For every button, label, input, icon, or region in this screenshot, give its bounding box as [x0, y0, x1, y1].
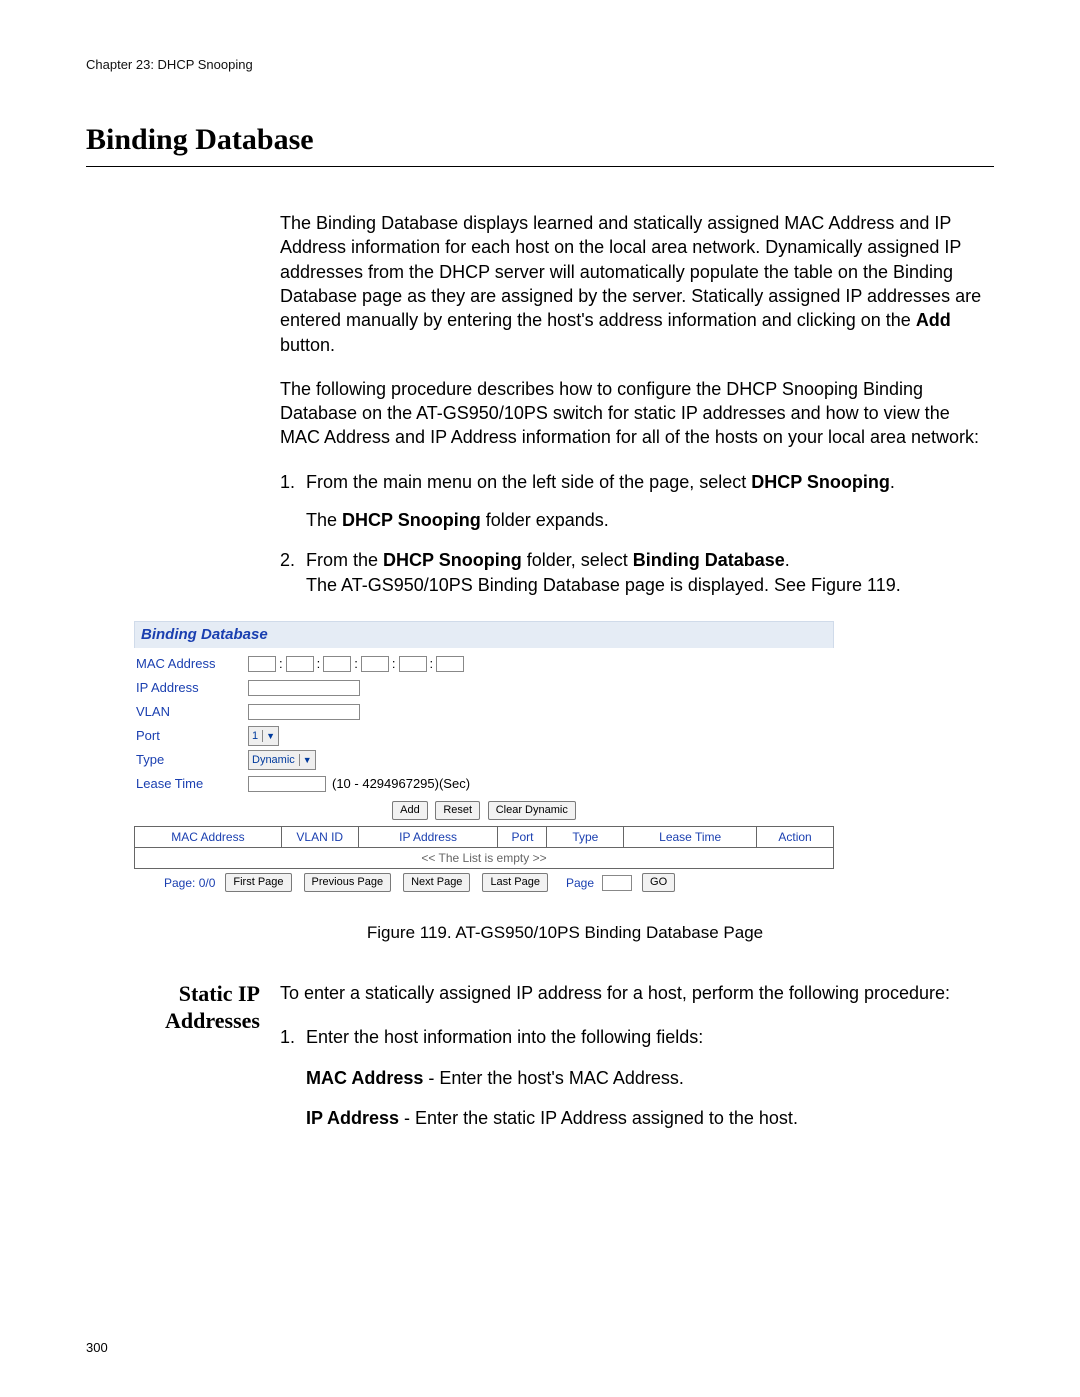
go-button[interactable]: GO: [642, 873, 675, 892]
step-1: 1. From the main menu on the left side o…: [280, 470, 994, 533]
clear-dynamic-button[interactable]: Clear Dynamic: [488, 801, 576, 820]
step-2-sub: The AT-GS950/10PS Binding Database page …: [306, 573, 994, 597]
mac-input-6[interactable]: [436, 656, 464, 672]
step-1-sub-c: folder expands.: [481, 510, 609, 530]
step-1-text-c: .: [890, 472, 895, 492]
last-page-button[interactable]: Last Page: [482, 873, 548, 892]
chevron-down-icon: ▼: [262, 730, 275, 742]
mac-input-2[interactable]: [286, 656, 314, 672]
mac-colon: :: [317, 655, 321, 673]
th-action: Action: [757, 827, 834, 848]
port-label: Port: [134, 727, 248, 745]
step-2-text-c: folder, select: [522, 550, 633, 570]
type-select[interactable]: Dynamic ▼: [248, 750, 316, 770]
page-info: Page: 0/0: [164, 875, 215, 891]
section2-intro: To enter a statically assigned IP addres…: [280, 981, 994, 1005]
step-1-bold-1: DHCP Snooping: [751, 472, 890, 492]
mac-input-3[interactable]: [323, 656, 351, 672]
figure-caption: Figure 119. AT-GS950/10PS Binding Databa…: [136, 922, 994, 945]
chapter-header: Chapter 23: DHCP Snooping: [86, 56, 994, 74]
section2-step-1: 1. Enter the host information into the f…: [280, 1025, 994, 1049]
section-static-ip-title: Static IP Addresses: [86, 981, 280, 1146]
th-ip: IP Address: [358, 827, 498, 848]
page-title: Binding Database: [86, 120, 994, 168]
intro-paragraph-1: The Binding Database displays learned an…: [280, 211, 994, 357]
reset-button[interactable]: Reset: [435, 801, 480, 820]
ip-address-label: IP Address: [134, 679, 248, 697]
page-label: Page: [566, 875, 594, 891]
step-2: 2. From the DHCP Snooping folder, select…: [280, 548, 994, 597]
mac-address-label: MAC Address: [134, 655, 248, 673]
intro-paragraph-2: The following procedure describes how to…: [280, 377, 994, 450]
ip-address-input[interactable]: [248, 680, 360, 696]
step-1-text-a: From the main menu on the left side of t…: [306, 472, 751, 492]
type-label: Type: [134, 751, 248, 769]
vlan-input[interactable]: [248, 704, 360, 720]
field-mac-bold: MAC Address: [306, 1068, 423, 1088]
field-ip-address: IP Address - Enter the static IP Address…: [306, 1106, 994, 1130]
field-mac-address: MAC Address - Enter the host's MAC Addre…: [306, 1066, 994, 1090]
field-mac-text: - Enter the host's MAC Address.: [423, 1068, 684, 1088]
step-2-number: 2.: [280, 548, 306, 597]
figure-title-bar: Binding Database: [134, 621, 834, 648]
page-input[interactable]: [602, 875, 632, 891]
vlan-label: VLAN: [134, 703, 248, 721]
field-ip-text: - Enter the static IP Address assigned t…: [399, 1108, 798, 1128]
mac-colon: :: [392, 655, 396, 673]
mac-colon: :: [354, 655, 358, 673]
mac-colon: :: [430, 655, 434, 673]
lease-time-input[interactable]: [248, 776, 326, 792]
section-title-line2: Addresses: [165, 1008, 260, 1033]
step-2-text-d: .: [785, 550, 790, 570]
lease-time-hint: (10 - 4294967295)(Sec): [332, 775, 470, 793]
step-2-text-a: From the: [306, 550, 383, 570]
step-2-bold-2: Binding Database: [633, 550, 785, 570]
mac-colon: :: [279, 655, 283, 673]
step-1-sub-a: The: [306, 510, 342, 530]
step-1-number: 1.: [280, 470, 306, 533]
th-port: Port: [498, 827, 547, 848]
section-title-line1: Static IP: [179, 981, 260, 1006]
intro-p1-b: button.: [280, 335, 335, 355]
table-header-row: MAC Address VLAN ID IP Address Port Type…: [135, 827, 834, 848]
step-2-bold-1: DHCP Snooping: [383, 550, 522, 570]
first-page-button[interactable]: First Page: [225, 873, 291, 892]
binding-table: MAC Address VLAN ID IP Address Port Type…: [134, 826, 834, 869]
field-ip-bold: IP Address: [306, 1108, 399, 1128]
next-page-button[interactable]: Next Page: [403, 873, 470, 892]
section2-step-1-text: Enter the host information into the foll…: [306, 1025, 994, 1049]
previous-page-button[interactable]: Previous Page: [304, 873, 392, 892]
table-empty-row: << The List is empty >>: [135, 848, 834, 869]
table-empty-text: << The List is empty >>: [135, 848, 834, 869]
lease-time-label: Lease Time: [134, 775, 248, 793]
mac-input-5[interactable]: [399, 656, 427, 672]
type-select-value: Dynamic: [252, 753, 295, 768]
chevron-down-icon: ▼: [299, 754, 312, 766]
intro-p1-bold: Add: [916, 310, 951, 330]
step-1-sub-bold: DHCP Snooping: [342, 510, 481, 530]
page-number: 300: [86, 1339, 108, 1357]
th-type: Type: [547, 827, 624, 848]
th-mac: MAC Address: [135, 827, 282, 848]
mac-input-4[interactable]: [361, 656, 389, 672]
intro-p1-a: The Binding Database displays learned an…: [280, 213, 981, 330]
port-select-value: 1: [252, 729, 258, 744]
th-lease: Lease Time: [624, 827, 757, 848]
pager: Page: 0/0 First Page Previous Page Next …: [134, 873, 834, 892]
mac-input-1[interactable]: [248, 656, 276, 672]
port-select[interactable]: 1 ▼: [248, 726, 279, 746]
add-button[interactable]: Add: [392, 801, 428, 820]
figure-binding-database: Binding Database MAC Address : : : : : I…: [134, 621, 834, 898]
th-vlan-id: VLAN ID: [281, 827, 358, 848]
section2-step-1-number: 1.: [280, 1025, 306, 1049]
